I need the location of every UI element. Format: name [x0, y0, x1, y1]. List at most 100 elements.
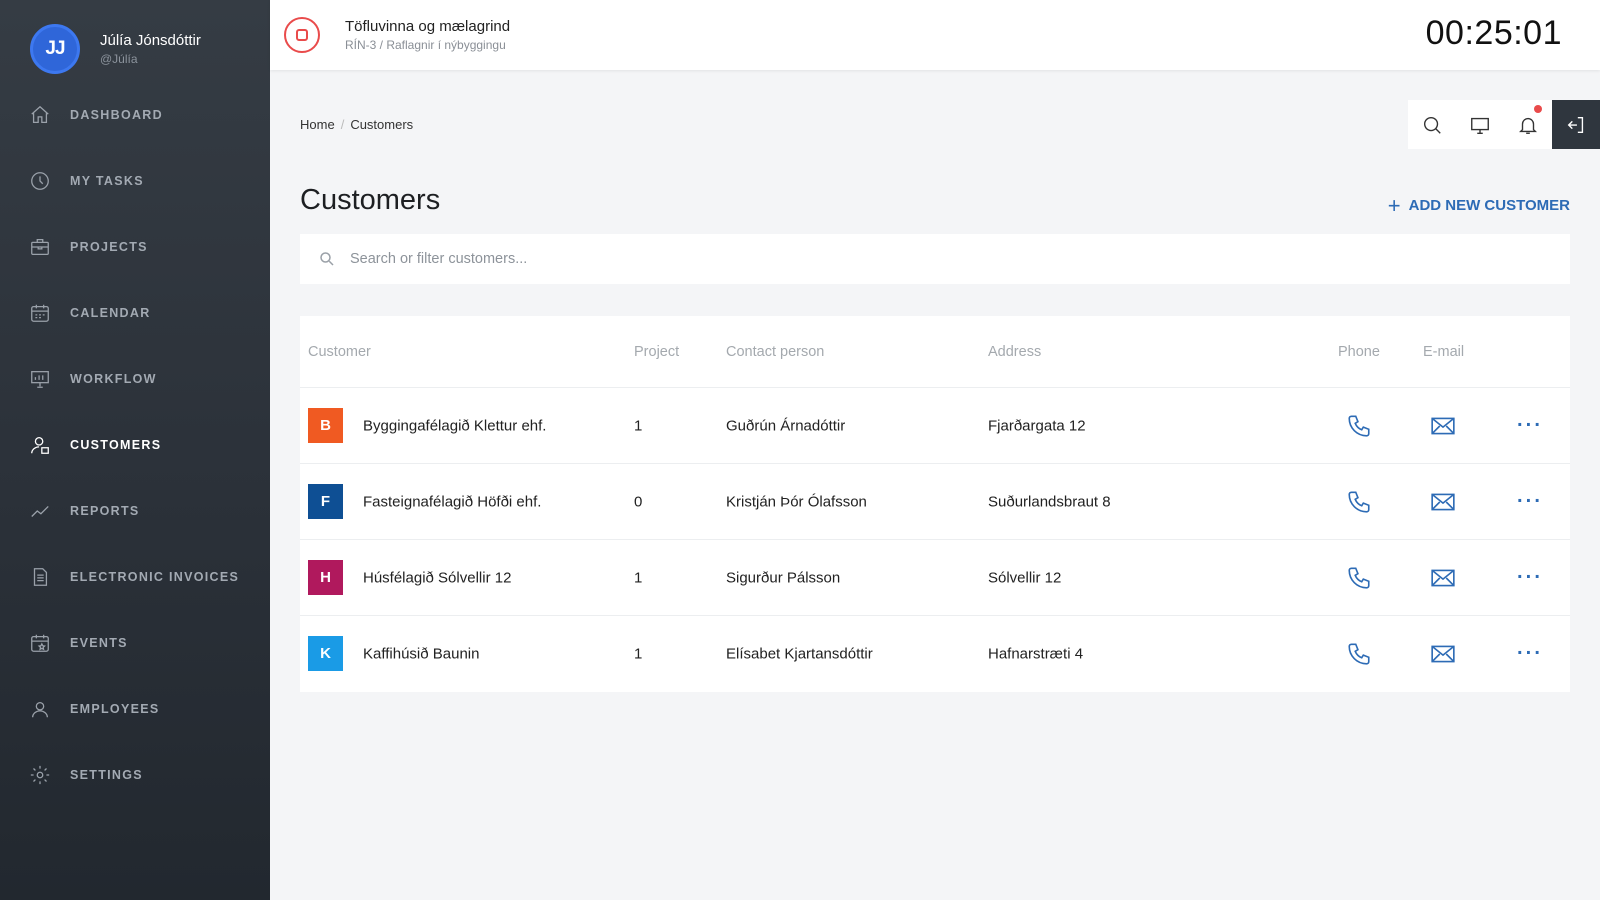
- customers-table: Customer Project Contact person Address …: [300, 316, 1570, 692]
- customer-search: [300, 234, 1570, 284]
- sidebar-item-events[interactable]: EVENTS: [0, 610, 270, 676]
- search-icon: [1423, 116, 1441, 134]
- table-row[interactable]: F Fasteignafélagið Höfði ehf. 0 Kristján…: [300, 464, 1570, 540]
- stop-timer-button[interactable]: [284, 17, 320, 53]
- phone-icon: [1348, 566, 1370, 589]
- sidebar-item-projects[interactable]: PROJECTS: [0, 214, 270, 280]
- page-title: Customers: [300, 184, 441, 216]
- phone-icon: [1348, 414, 1370, 437]
- address: Sólvellir 12: [988, 569, 1062, 586]
- customer-name[interactable]: Byggingafélagið Klettur ehf.: [363, 417, 546, 434]
- more-actions-button[interactable]: ···: [1517, 490, 1543, 513]
- breadcrumb-separator: /: [340, 117, 345, 132]
- search-button[interactable]: [1408, 100, 1456, 149]
- column-header-project[interactable]: Project: [634, 344, 679, 360]
- email-button[interactable]: [1430, 565, 1456, 591]
- search-input[interactable]: [350, 251, 1350, 267]
- mail-icon: [1431, 493, 1455, 510]
- table-row[interactable]: K Kaffihúsið Baunin 1 Elísabet Kjartansd…: [300, 616, 1570, 692]
- sidebar-nav: DASHBOARD MY TASKS PROJECTS CALENDAR WOR…: [0, 82, 270, 808]
- sidebar-item-customers[interactable]: CUSTOMERS: [0, 412, 270, 478]
- sidebar-item-employees[interactable]: EMPLOYEES: [0, 676, 270, 742]
- timer-bar: Töfluvinna og mælagrind RÍN-3 / Raflagni…: [270, 0, 1600, 70]
- sidebar-item-electronic-invoices[interactable]: ELECTRONIC INVOICES: [0, 544, 270, 610]
- sidebar-item-my-tasks[interactable]: MY TASKS: [0, 148, 270, 214]
- sidebar-item-label: ELECTRONIC INVOICES: [70, 570, 240, 584]
- sidebar-item-calendar[interactable]: CALENDAR: [0, 280, 270, 346]
- users-icon: [28, 697, 52, 721]
- mail-icon: [1431, 645, 1455, 663]
- column-header-customer[interactable]: Customer: [308, 344, 371, 360]
- sidebar-item-label: MY TASKS: [70, 174, 144, 188]
- avatar[interactable]: JJ: [30, 24, 80, 74]
- home-icon: [28, 103, 52, 127]
- address: Suðurlandsbraut 8: [988, 493, 1111, 510]
- customer-name[interactable]: Fasteignafélagið Höfði ehf.: [363, 493, 541, 510]
- table-header: Customer Project Contact person Address …: [300, 316, 1570, 388]
- customer-name[interactable]: Kaffihúsið Baunin: [363, 646, 479, 663]
- phone-button[interactable]: [1346, 641, 1372, 667]
- project-count: 0: [634, 493, 643, 510]
- add-new-customer-label: ADD NEW CUSTOMER: [1408, 197, 1570, 214]
- sidebar-item-reports[interactable]: REPORTS: [0, 478, 270, 544]
- clock-icon: [28, 169, 52, 193]
- mail-icon: [1431, 417, 1455, 434]
- breadcrumb-home[interactable]: Home: [300, 117, 335, 132]
- gear-icon: [28, 763, 52, 787]
- sidebar-item-settings[interactable]: SETTINGS: [0, 742, 270, 808]
- table-row[interactable]: B Byggingafélagið Klettur ehf. 1 Guðrún …: [300, 388, 1570, 464]
- column-header-email: E-mail: [1423, 343, 1465, 360]
- elapsed-time: 00:25:01: [1425, 14, 1562, 52]
- presentation-chart-icon: [28, 367, 52, 391]
- customer-initial-badge: B: [308, 408, 343, 443]
- user-handle: @Júlía: [100, 52, 138, 66]
- notifications-button[interactable]: [1504, 100, 1552, 149]
- sidebar-item-label: DASHBOARD: [70, 108, 163, 122]
- search-icon: [320, 252, 334, 266]
- logout-icon: [1567, 116, 1584, 133]
- customer-initial-badge: F: [308, 484, 343, 519]
- email-button[interactable]: [1430, 641, 1456, 667]
- sidebar: JJ Júlía Jónsdóttir @Júlía DASHBOARD MY …: [0, 0, 270, 900]
- document-icon: [28, 565, 52, 589]
- phone-button[interactable]: [1346, 489, 1372, 515]
- column-header-contact[interactable]: Contact person: [726, 344, 824, 360]
- display-button[interactable]: [1456, 100, 1504, 149]
- column-header-phone: Phone: [1338, 343, 1380, 360]
- sidebar-item-label: WORKFLOW: [70, 372, 157, 386]
- plus-icon: +: [1387, 192, 1401, 218]
- briefcase-icon: [28, 235, 52, 259]
- user-profile[interactable]: JJ Júlía Jónsdóttir @Júlía: [30, 24, 201, 74]
- user-name: Júlía Jónsdóttir: [100, 32, 201, 49]
- more-actions-button[interactable]: ···: [1517, 414, 1543, 437]
- customer-initial-badge: H: [308, 560, 343, 595]
- more-actions-button[interactable]: ···: [1517, 566, 1543, 589]
- project-count: 1: [634, 645, 643, 663]
- monitor-icon: [1471, 117, 1489, 134]
- column-header-address[interactable]: Address: [988, 344, 1041, 360]
- customer-name[interactable]: Húsfélagið Sólvellir 12: [363, 569, 511, 586]
- sidebar-item-label: SETTINGS: [70, 768, 143, 782]
- logout-button[interactable]: [1552, 100, 1600, 149]
- calendar-star-icon: [28, 631, 52, 655]
- more-actions-button[interactable]: ···: [1517, 643, 1543, 666]
- email-button[interactable]: [1430, 413, 1456, 439]
- sidebar-item-label: REPORTS: [70, 504, 140, 518]
- task-title: Töfluvinna og mælagrind: [345, 18, 511, 35]
- add-new-customer-button[interactable]: + ADD NEW CUSTOMER: [1387, 192, 1570, 218]
- phone-button[interactable]: [1346, 413, 1372, 439]
- customer-initial-badge: K: [308, 636, 343, 671]
- user-icon: [28, 433, 52, 457]
- notification-dot: [1534, 105, 1542, 113]
- contact-person: Sigurður Pálsson: [726, 569, 841, 586]
- project-count: 1: [634, 417, 643, 434]
- sidebar-item-label: EVENTS: [70, 636, 128, 650]
- table-row[interactable]: H Húsfélagið Sólvellir 12 1 Sigurður Pál…: [300, 540, 1570, 616]
- email-button[interactable]: [1430, 489, 1456, 515]
- sidebar-item-dashboard[interactable]: DASHBOARD: [0, 82, 270, 148]
- phone-button[interactable]: [1346, 565, 1372, 591]
- sidebar-item-workflow[interactable]: WORKFLOW: [0, 346, 270, 412]
- phone-icon: [1348, 643, 1370, 665]
- phone-icon: [1348, 490, 1370, 513]
- task-subtitle: RÍN-3 / Raflagnir í nýbyggingu: [345, 38, 506, 52]
